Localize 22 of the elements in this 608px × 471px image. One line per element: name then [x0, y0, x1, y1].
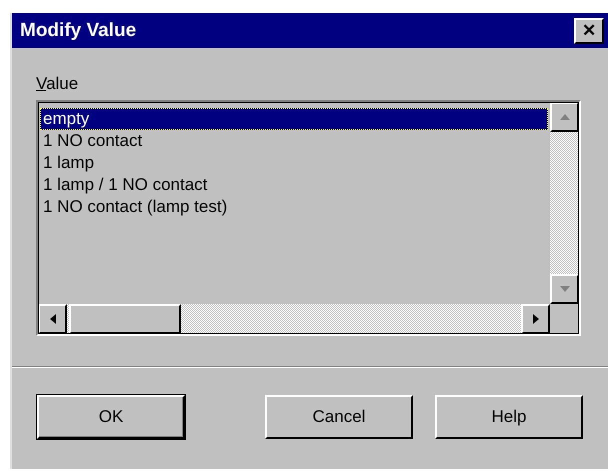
- value-label: Value: [36, 74, 78, 94]
- down-arrow-icon: [558, 284, 570, 294]
- scroll-down-button[interactable]: [550, 274, 579, 304]
- horizontal-scrollbar[interactable]: [38, 304, 550, 334]
- right-arrow-icon: [530, 313, 540, 325]
- dialog-button[interactable]: Cancel: [265, 395, 413, 439]
- list-item[interactable]: empty: [40, 108, 548, 130]
- up-arrow-icon: [558, 112, 570, 122]
- dialog-button[interactable]: Help: [435, 395, 583, 439]
- list-item[interactable]: 1 NO contact: [40, 130, 548, 152]
- scroll-thumb[interactable]: [69, 304, 181, 334]
- vertical-scrollbar[interactable]: [550, 102, 579, 304]
- list-item[interactable]: 1 lamp: [40, 152, 548, 174]
- window-title: Modify Value: [20, 20, 136, 42]
- scroll-left-button[interactable]: [38, 304, 67, 334]
- scroll-right-button[interactable]: [521, 304, 550, 334]
- list-item[interactable]: 1 lamp / 1 NO contact: [40, 174, 548, 196]
- scroll-up-button[interactable]: [550, 102, 579, 132]
- left-arrow-icon: [48, 313, 58, 325]
- list-item[interactable]: 1 NO contact (lamp test): [40, 196, 548, 218]
- close-button[interactable]: ✕: [574, 18, 604, 44]
- dialog-button[interactable]: OK: [37, 395, 185, 439]
